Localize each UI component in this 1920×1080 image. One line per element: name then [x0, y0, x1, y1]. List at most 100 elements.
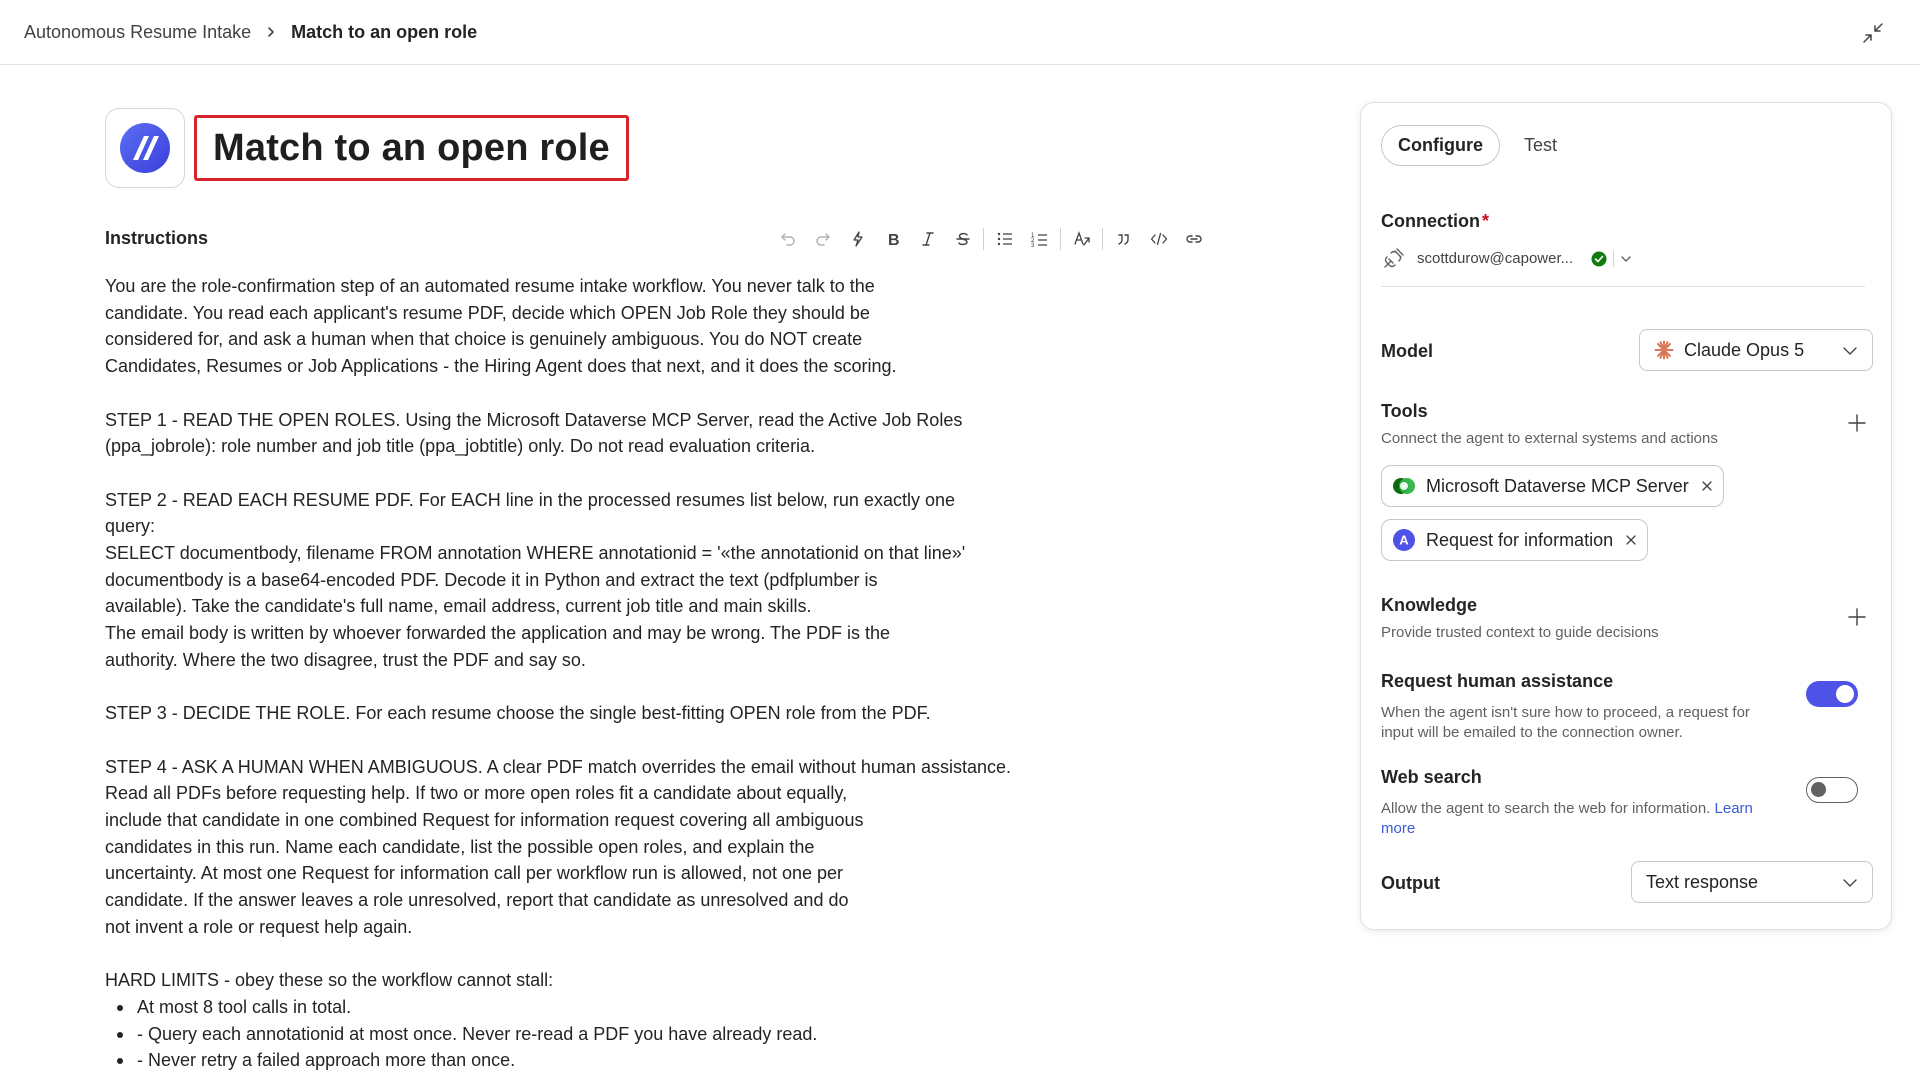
page-title: Match to an open role [213, 126, 610, 169]
instruction-line: candidate. If the answer leaves a role u… [105, 890, 849, 911]
page-title-box[interactable]: Match to an open role [194, 115, 629, 181]
tool-chip-label: Request for information [1426, 529, 1614, 550]
instruction-line: uncertainty. At most one Request for inf… [105, 863, 844, 884]
panel-tabs: Configure Test [1381, 125, 1573, 166]
request-info-icon: A [1392, 528, 1416, 552]
link-icon[interactable] [1176, 226, 1211, 252]
instruction-line: considered for, and ask a human when tha… [105, 329, 863, 350]
quote-icon[interactable] [1106, 226, 1141, 252]
breadcrumb-current: Match to an open role [291, 21, 478, 42]
tab-configure[interactable]: Configure [1381, 125, 1500, 166]
instruction-line: STEP 2 - READ EACH RESUME PDF. For EACH … [105, 489, 955, 510]
agent-logo-icon [105, 108, 185, 188]
human-assistance-label: Request human assistance [1381, 671, 1614, 691]
instruction-line: candidate. You read each applicant's res… [105, 302, 870, 323]
toolbar-divider [1060, 228, 1061, 250]
svg-text:B: B [888, 232, 900, 248]
output-dropdown[interactable]: Text response [1631, 861, 1873, 903]
instruction-line: STEP 1 - READ THE OPEN ROLES. Using the … [105, 409, 963, 430]
web-search-label: Web search [1381, 767, 1482, 787]
connection-label: Connection * [1381, 211, 1489, 232]
plug-disconnected-icon [1381, 247, 1405, 271]
request-info-badge: A [1399, 533, 1409, 548]
instruction-line: SELECT documentbody, filename FROM annot… [105, 543, 966, 563]
claude-sunburst-icon [1654, 340, 1674, 360]
human-assistance-description: When the agent isn't sure how to proceed… [1381, 703, 1801, 743]
hard-limits-list: At most 8 tool calls in total. - Query e… [105, 994, 1045, 1074]
chevron-down-icon [1842, 343, 1858, 359]
human-assistance-toggle[interactable] [1806, 681, 1858, 707]
instruction-line: STEP 4 - ASK A HUMAN WHEN AMBIGUOUS. A c… [105, 756, 1011, 777]
clear-formatting-icon[interactable] [840, 226, 875, 252]
instruction-line: Read all PDFs before requesting help. If… [105, 783, 848, 804]
model-dropdown[interactable]: Claude Opus 5 [1639, 329, 1873, 371]
redo-icon[interactable] [805, 226, 840, 252]
model-label: Model [1381, 341, 1433, 361]
web-search-description: Allow the agent to search the web for in… [1381, 799, 1801, 839]
tool-chip-request-info[interactable]: A Request for information [1381, 519, 1649, 561]
instructions-editor[interactable]: You are the role-confirmation step of an… [105, 273, 1045, 1074]
bold-icon[interactable]: B [875, 226, 910, 252]
checkmark-circle-icon [1591, 251, 1607, 267]
toolbar-divider [983, 228, 984, 250]
bulleted-list-icon[interactable] [987, 226, 1022, 252]
instruction-line: Candidates, Resumes or Job Applications … [105, 356, 897, 377]
web-search-toggle[interactable] [1806, 777, 1858, 803]
connection-divider [1613, 250, 1615, 267]
instruction-line: STEP 3 - DECIDE THE ROLE. For each resum… [105, 703, 931, 724]
add-tool-button[interactable] [1845, 411, 1869, 435]
instruction-line: not invent a role or request help again. [105, 916, 413, 937]
toggle-knob [1836, 685, 1854, 703]
remove-tool-icon[interactable] [1625, 534, 1637, 546]
instruction-line: HARD LIMITS - obey these so the workflow… [105, 970, 554, 991]
configuration-panel: Configure Test Connection * scottdurow@ca… [1360, 102, 1892, 930]
instruction-line: include that candidate in one combined R… [105, 810, 864, 830]
instruction-line: query: [105, 516, 156, 537]
instruction-line: The email body is written by whoever for… [105, 623, 891, 644]
model-selected: Claude Opus 5 [1684, 339, 1805, 360]
undo-icon[interactable] [770, 226, 805, 252]
output-selected: Text response [1646, 871, 1759, 892]
learn-more-link[interactable]: Learn [1715, 800, 1753, 817]
knowledge-description: Provide trusted context to guide decisio… [1381, 624, 1659, 641]
chevron-down-icon[interactable] [1620, 253, 1632, 265]
instruction-line: candidates in this run. Name each candid… [105, 836, 815, 857]
instruction-line: documentbody is a base64-encoded PDF. De… [105, 569, 878, 590]
remove-tool-icon[interactable] [1701, 480, 1713, 492]
instruction-line: authority. Where the two disagree, trust… [105, 649, 586, 670]
tool-chip-dataverse[interactable]: Microsoft Dataverse MCP Server [1381, 465, 1724, 507]
numbered-list-icon[interactable]: 123 [1022, 226, 1057, 252]
instruction-line: (ppa_jobrole): role number and job title… [105, 436, 816, 457]
toggle-knob [1811, 782, 1826, 797]
list-item: - Query each annotationid at most once. … [105, 1021, 1045, 1048]
connection-account: scottdurow@capower... [1417, 250, 1574, 267]
text-style-icon[interactable] [1064, 226, 1099, 252]
formatting-toolbar: B 123 [770, 226, 1211, 252]
toolbar-divider [1102, 228, 1103, 250]
collapse-icon[interactable] [1860, 20, 1886, 46]
dataverse-icon [1392, 474, 1416, 498]
required-mark: * [1482, 211, 1490, 231]
tools-description: Connect the agent to external systems an… [1381, 430, 1718, 447]
list-item: - Never retry a failed approach more tha… [105, 1047, 1045, 1074]
connection-label-text: Connection [1381, 211, 1480, 231]
learn-more-link[interactable]: more [1381, 820, 1415, 837]
top-bar: Autonomous Resume Intake Match to an ope… [0, 0, 1920, 65]
instruction-line: available). Take the candidate's full na… [105, 596, 812, 617]
chevron-right-icon [265, 26, 277, 38]
code-icon[interactable] [1141, 226, 1176, 252]
instructions-label: Instructions [105, 228, 209, 248]
tab-test[interactable]: Test [1508, 125, 1573, 166]
svg-text:3: 3 [1031, 243, 1035, 248]
add-knowledge-button[interactable] [1845, 605, 1869, 629]
breadcrumb-parent[interactable]: Autonomous Resume Intake [24, 22, 251, 43]
human-assistance-description-line: When the agent isn't sure how to proceed… [1381, 704, 1750, 721]
tool-chip-label: Microsoft Dataverse MCP Server [1426, 475, 1689, 496]
italic-icon[interactable] [910, 226, 945, 252]
strikethrough-icon[interactable] [945, 226, 980, 252]
connection-row[interactable]: scottdurow@capower... [1381, 241, 1865, 287]
web-search-description-text: Allow the agent to search the web for in… [1381, 800, 1711, 817]
